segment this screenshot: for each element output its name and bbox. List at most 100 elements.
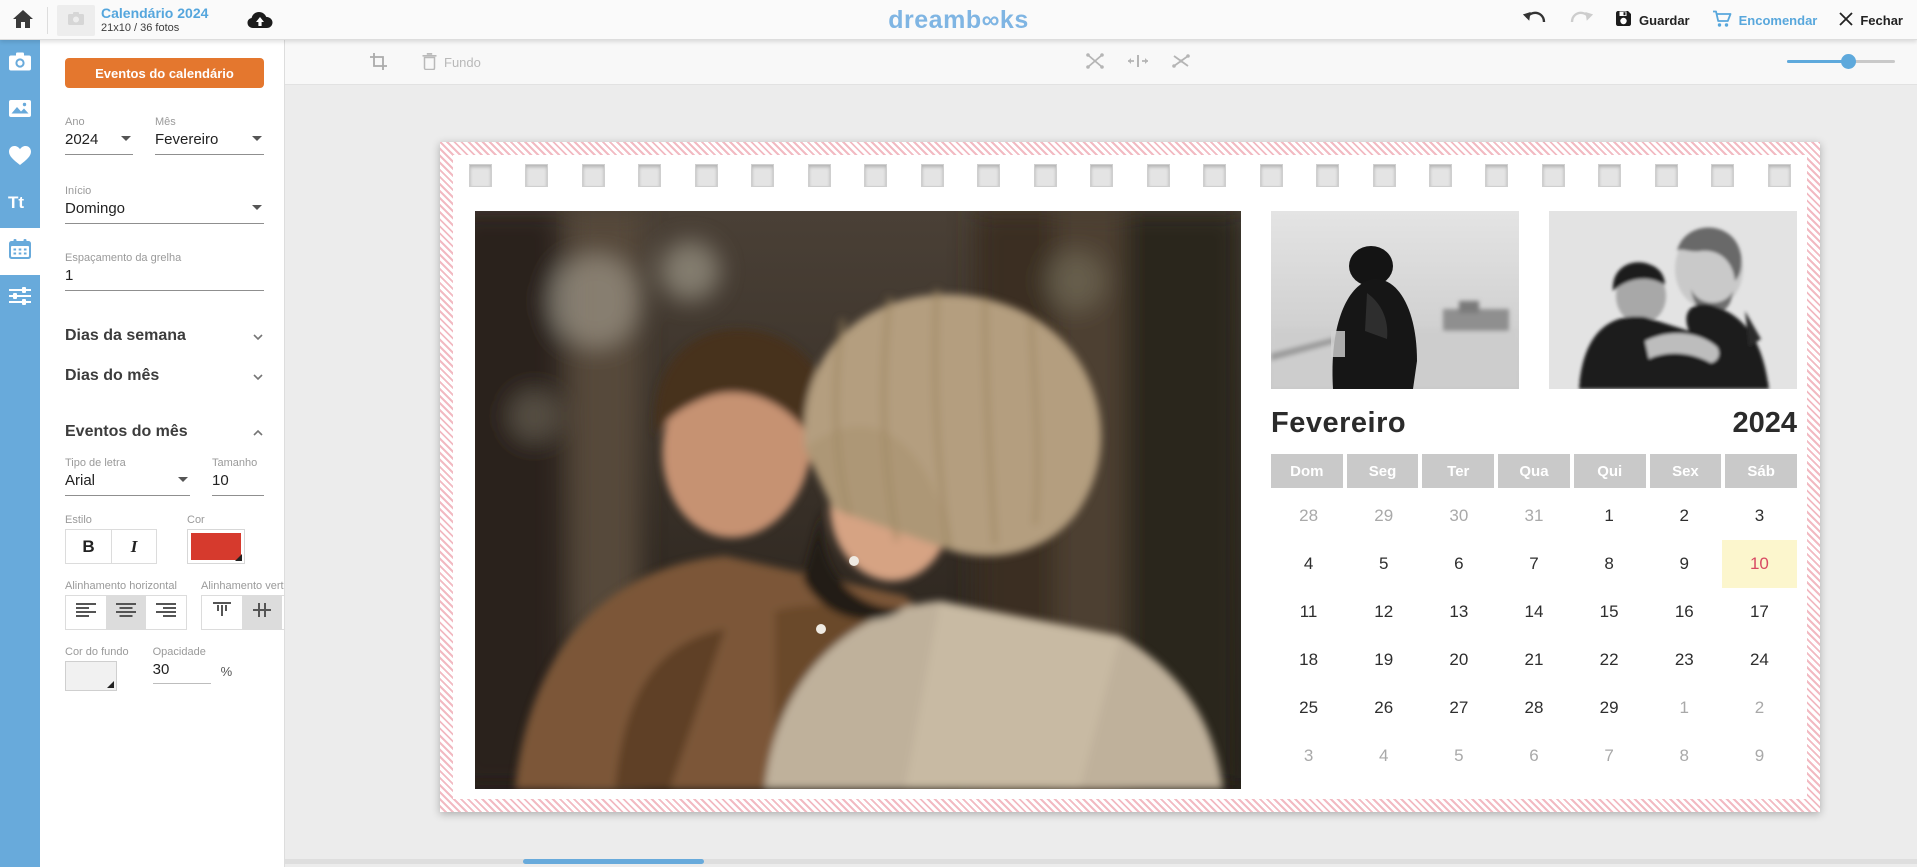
crop-icon [369,52,388,74]
section-weekdays[interactable]: Dias da semana [65,327,264,345]
weekday-cell: Sáb [1725,454,1797,488]
redo-icon [1569,9,1593,32]
date-cell: 10 [1722,540,1797,588]
date-cell: 1 [1647,684,1722,732]
section-month-events[interactable]: Eventos do mês [65,423,264,441]
bg-color-swatch[interactable] [65,661,117,691]
calendar-grid-block[interactable]: Fevereiro 2024 DomSegTerQuaQuiSexSáb 282… [1271,407,1797,791]
calendar-month-title: Fevereiro [1271,407,1406,440]
month-field: Mês Fevereiro [155,116,264,155]
undo-button[interactable] [1523,9,1547,32]
save-button[interactable]: Guardar [1615,10,1690,30]
background-delete-button[interactable]: Fundo [422,53,481,73]
date-cell: 4 [1271,540,1346,588]
binding-hole [525,164,548,187]
camera-placeholder-icon [68,12,84,30]
sidebar-item-settings[interactable] [0,275,40,322]
close-button[interactable]: Fechar [1839,12,1903,29]
undo-icon [1523,9,1547,32]
date-cell: 3 [1722,492,1797,540]
align-middle-button[interactable] [242,596,282,629]
date-cell: 14 [1496,588,1571,636]
font-size-input[interactable]: 10 [212,472,264,496]
date-cell: 3 [1271,732,1346,780]
project-info: Calendário 2024 21x10 / 36 fotos [101,5,208,35]
chevron-up-icon [252,426,264,438]
cloud-upload-icon [247,10,273,34]
zoom-slider[interactable] [1787,60,1895,63]
project-thumbnail[interactable] [57,5,95,36]
date-cell: 25 [1271,684,1346,732]
bold-button[interactable]: B [65,529,111,564]
date-cell: 11 [1271,588,1346,636]
calendar-icon [9,239,31,264]
grid-spacing-input[interactable]: 1 [65,267,264,291]
date-cell: 30 [1421,492,1496,540]
date-cell: 19 [1346,636,1421,684]
chevron-down-icon [178,477,188,482]
project-title[interactable]: Calendário 2024 [101,5,208,21]
align-h-label: Alinhamento horizontal [65,580,187,592]
font-family-select[interactable]: Arial [65,472,190,496]
year-select[interactable]: 2024 [65,131,133,155]
color-swatch-button[interactable] [187,529,245,564]
binding-hole [1485,164,1508,187]
small-photo-1[interactable] [1271,211,1519,389]
align-right-button[interactable] [146,596,186,629]
align-top-button[interactable] [202,596,242,629]
redo-button[interactable] [1569,9,1593,32]
chevron-down-icon [252,205,262,210]
zoom-slider-fill [1787,60,1849,63]
home-button[interactable] [12,9,36,33]
sidebar-item-images[interactable] [0,87,40,134]
month-select[interactable]: Fevereiro [155,131,264,155]
upload-button[interactable] [247,10,273,34]
trash-icon [422,53,437,73]
font-family-field: Tipo de letra Arial [65,457,190,496]
shuffle-icon [1171,52,1191,73]
weekday-cell: Ter [1422,454,1494,488]
opacity-suffix: % [221,664,233,684]
flip-horizontal-button[interactable] [1127,54,1149,71]
swap-photos-button[interactable] [1085,52,1105,73]
opacity-input[interactable]: 30 [153,661,211,684]
sidebar-item-text[interactable]: Tt [0,181,40,228]
date-cell: 26 [1346,684,1421,732]
small-photo-2[interactable] [1549,211,1797,389]
binding-hole [1316,164,1339,187]
header-divider [47,7,48,34]
date-cell: 8 [1647,732,1722,780]
binding-holes [469,164,1791,187]
sidebar-item-calendar[interactable] [0,228,40,275]
binding-hole [977,164,1000,187]
main-photo[interactable] [475,211,1241,789]
date-cell: 9 [1647,540,1722,588]
zoom-slider-thumb[interactable] [1841,54,1856,69]
order-label: Encomendar [1739,13,1818,28]
align-v-label: Alinhamento vertical [201,580,285,592]
sidebar-item-favorites[interactable] [0,134,40,181]
date-cell: 29 [1346,492,1421,540]
italic-button[interactable]: I [111,529,157,564]
shuffle-button[interactable] [1171,52,1191,73]
date-cell: 7 [1496,540,1571,588]
section-monthdays[interactable]: Dias do mês [65,367,264,385]
binding-hole [921,164,944,187]
horizontal-scrollbar-thumb[interactable] [523,859,704,864]
date-cell: 8 [1572,540,1647,588]
sidebar-item-photos[interactable] [0,40,40,87]
binding-hole [1260,164,1283,187]
grid-spacing-label: Espaçamento da grelha [65,252,264,264]
calendar-events-button[interactable]: Eventos do calendário [65,58,264,88]
binding-hole [1655,164,1678,187]
date-cell: 16 [1647,588,1722,636]
crop-button[interactable] [369,52,388,74]
align-center-button[interactable] [106,596,146,629]
start-day-select[interactable]: Domingo [65,200,264,224]
calendar-page[interactable]: Fevereiro 2024 DomSegTerQuaQuiSexSáb 282… [440,142,1820,812]
align-bottom-button[interactable] [282,596,285,629]
order-button[interactable]: Encomendar [1712,10,1818,31]
align-left-button[interactable] [66,596,106,629]
month-label: Mês [155,116,264,128]
weekday-cell: Qua [1498,454,1570,488]
